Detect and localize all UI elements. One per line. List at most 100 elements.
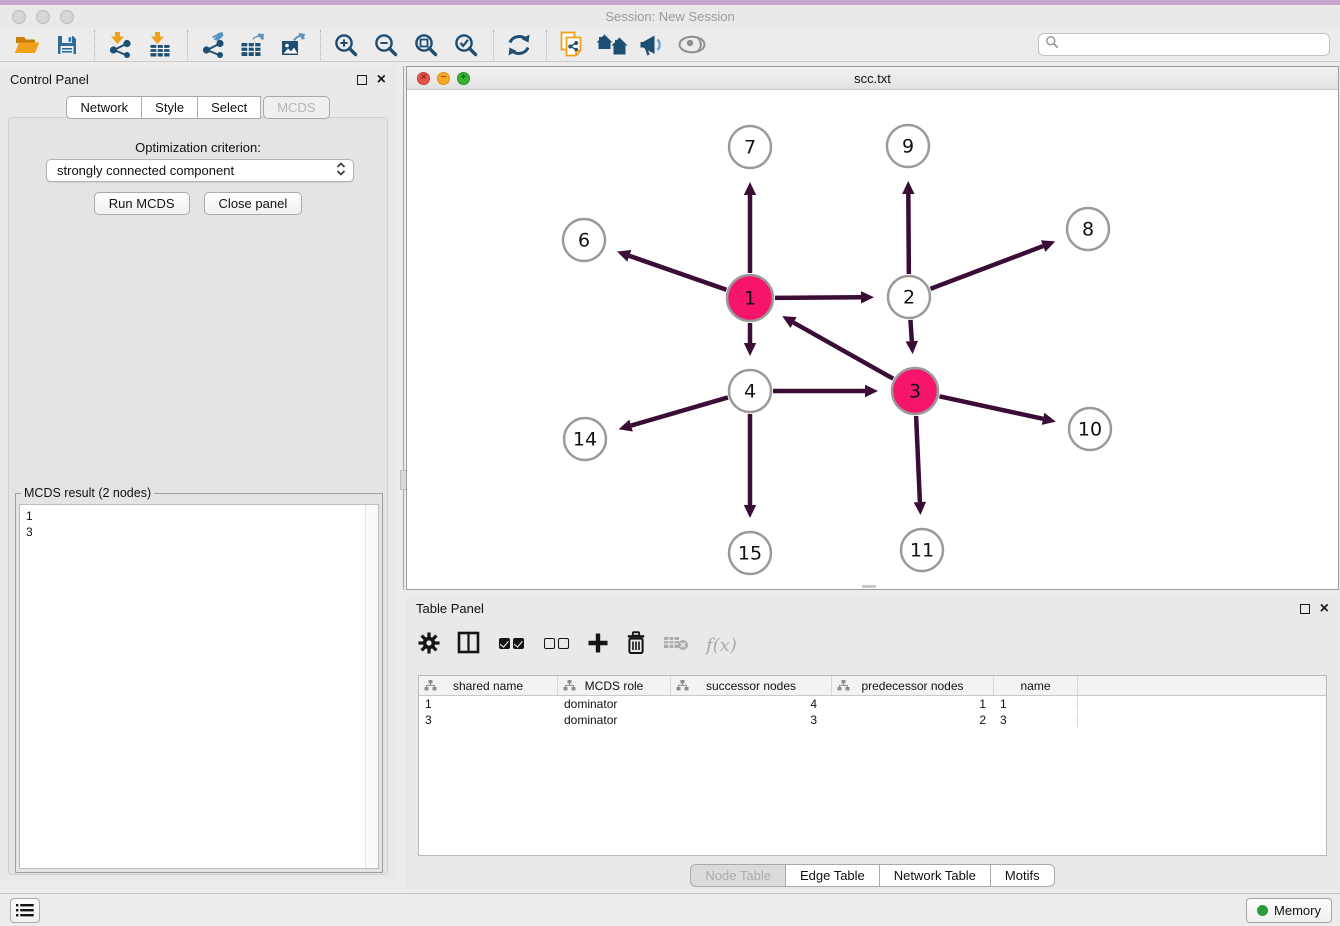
zoom-selected-icon[interactable] xyxy=(449,30,483,60)
network-graph[interactable]: 7968124314101511 xyxy=(407,90,1338,589)
show-columns-icon[interactable] xyxy=(457,631,480,659)
gear-icon[interactable] xyxy=(418,632,440,659)
graph-edge-2-9[interactable] xyxy=(908,194,909,274)
cell-predecessor-nodes[interactable]: 1 xyxy=(832,697,994,711)
network-window-titlebar: × − + scc.txt xyxy=(407,67,1338,90)
export-image-icon[interactable] xyxy=(276,30,310,60)
cell-successor-nodes[interactable]: 4 xyxy=(671,697,832,711)
select-all-columns-icon[interactable] xyxy=(497,636,525,654)
show-panels-button[interactable] xyxy=(10,898,40,923)
table-type-tabs: Node Table Edge Table Network Table Moti… xyxy=(406,864,1339,887)
main-toolbar xyxy=(0,28,1340,62)
table-row[interactable]: 3 dominator 3 2 3 xyxy=(419,712,1326,728)
tab-mcds[interactable]: MCDS xyxy=(263,96,329,119)
unselect-all-columns-icon[interactable] xyxy=(542,636,570,654)
search-icon xyxy=(1045,35,1059,54)
cell-name[interactable]: 3 xyxy=(994,713,1078,727)
graph-edge-1-2[interactable] xyxy=(775,297,861,298)
zoom-fit-icon[interactable] xyxy=(409,30,443,60)
tab-select[interactable]: Select xyxy=(197,96,261,119)
chevron-up-down-icon xyxy=(335,161,347,180)
column-header-successor-nodes[interactable]: successor nodes xyxy=(671,676,832,695)
save-session-icon[interactable] xyxy=(50,30,84,60)
graph-arrowhead-2-3 xyxy=(906,341,918,354)
cell-successor-nodes[interactable]: 3 xyxy=(671,713,832,727)
import-table-icon[interactable] xyxy=(143,30,177,60)
graph-edge-2-8[interactable] xyxy=(931,246,1044,289)
search-input[interactable] xyxy=(1059,34,1329,55)
close-table-panel-icon[interactable]: × xyxy=(1320,604,1329,614)
table-row[interactable]: 1 dominator 4 1 1 xyxy=(419,696,1326,712)
criterion-dropdown[interactable]: strongly connected component xyxy=(46,159,354,182)
open-file-icon[interactable] xyxy=(10,30,44,60)
toolbar-separator xyxy=(493,30,494,60)
toolbar-separator xyxy=(320,30,321,60)
graph-edge-3-10[interactable] xyxy=(939,396,1043,419)
tab-edge-table[interactable]: Edge Table xyxy=(785,864,880,887)
graph-edge-1-6[interactable] xyxy=(629,256,726,290)
close-panel-button[interactable]: Close panel xyxy=(204,192,303,215)
export-table-icon[interactable] xyxy=(236,30,270,60)
float-panel-icon[interactable] xyxy=(357,75,367,85)
import-network-icon[interactable] xyxy=(103,30,137,60)
close-panel-icon[interactable]: × xyxy=(377,75,386,85)
result-scrollbar[interactable] xyxy=(365,505,378,868)
node-table[interactable]: shared name MCDS role successor nodes pr… xyxy=(418,675,1327,856)
home-icon[interactable] xyxy=(595,30,629,60)
graph-node-label-14: 14 xyxy=(573,429,597,451)
zoom-in-icon[interactable] xyxy=(329,30,363,60)
graph-node-label-7: 7 xyxy=(744,137,756,159)
search-box[interactable] xyxy=(1038,33,1330,56)
eye-icon[interactable] xyxy=(675,30,709,60)
network-canvas[interactable]: 7968124314101511 xyxy=(407,90,1338,589)
graph-arrowhead-1-4 xyxy=(744,343,756,356)
export-network-icon[interactable] xyxy=(196,30,230,60)
cell-shared-name[interactable]: 3 xyxy=(419,713,558,727)
cell-mcds-role[interactable]: dominator xyxy=(558,697,671,711)
control-panel-tabs: Network Style Select MCDS xyxy=(0,96,396,119)
tab-motifs[interactable]: Motifs xyxy=(990,864,1055,887)
refresh-icon[interactable] xyxy=(502,30,536,60)
graph-arrowhead-4-15 xyxy=(744,505,756,518)
hierarchy-icon xyxy=(424,680,437,692)
delete-column-icon[interactable] xyxy=(626,631,646,660)
mcds-result-title: MCDS result (2 nodes) xyxy=(21,486,154,500)
cell-shared-name[interactable]: 1 xyxy=(419,697,558,711)
hierarchy-icon xyxy=(676,680,689,692)
graph-edge-3-11[interactable] xyxy=(916,416,920,502)
graph-edge-4-14[interactable] xyxy=(631,397,728,425)
network-window-title: scc.txt xyxy=(407,71,1338,86)
annotations-icon[interactable] xyxy=(635,30,669,60)
add-column-icon[interactable] xyxy=(587,632,609,659)
graph-node-label-2: 2 xyxy=(903,287,915,309)
graph-node-label-3: 3 xyxy=(909,381,921,403)
graph-arrowhead-4-14 xyxy=(619,420,633,432)
duplicate-network-icon[interactable] xyxy=(555,30,589,60)
list-icon xyxy=(16,903,34,918)
run-mcds-button[interactable]: Run MCDS xyxy=(94,192,190,215)
zoom-out-icon[interactable] xyxy=(369,30,403,60)
column-header-name[interactable]: name xyxy=(994,676,1078,695)
memory-button[interactable]: Memory xyxy=(1246,898,1332,923)
column-header-predecessor-nodes[interactable]: predecessor nodes xyxy=(832,676,994,695)
control-panel-title: Control Panel xyxy=(10,72,357,87)
graph-arrowhead-2-9 xyxy=(902,181,914,194)
graph-edge-3-1[interactable] xyxy=(794,323,894,379)
cell-mcds-role[interactable]: dominator xyxy=(558,713,671,727)
hierarchy-icon xyxy=(837,680,850,692)
tab-node-table[interactable]: Node Table xyxy=(690,864,786,887)
column-header-mcds-role[interactable]: MCDS role xyxy=(558,676,671,695)
cell-name[interactable]: 1 xyxy=(994,697,1078,711)
tab-style[interactable]: Style xyxy=(141,96,198,119)
graph-edge-2-3[interactable] xyxy=(910,320,911,341)
float-table-panel-icon[interactable] xyxy=(1300,604,1310,614)
canvas-scrollbar-thumb[interactable] xyxy=(862,585,876,588)
mcds-result-text[interactable]: 1 3 xyxy=(19,504,379,869)
table-toolbar: f(x) xyxy=(418,626,737,664)
column-header-shared-name[interactable]: shared name xyxy=(419,676,558,695)
tab-network[interactable]: Network xyxy=(66,96,142,119)
tab-network-table[interactable]: Network Table xyxy=(879,864,991,887)
cell-predecessor-nodes[interactable]: 2 xyxy=(832,713,994,727)
optimization-criterion-label: Optimization criterion: xyxy=(9,140,387,155)
toolbar-separator xyxy=(94,30,95,60)
